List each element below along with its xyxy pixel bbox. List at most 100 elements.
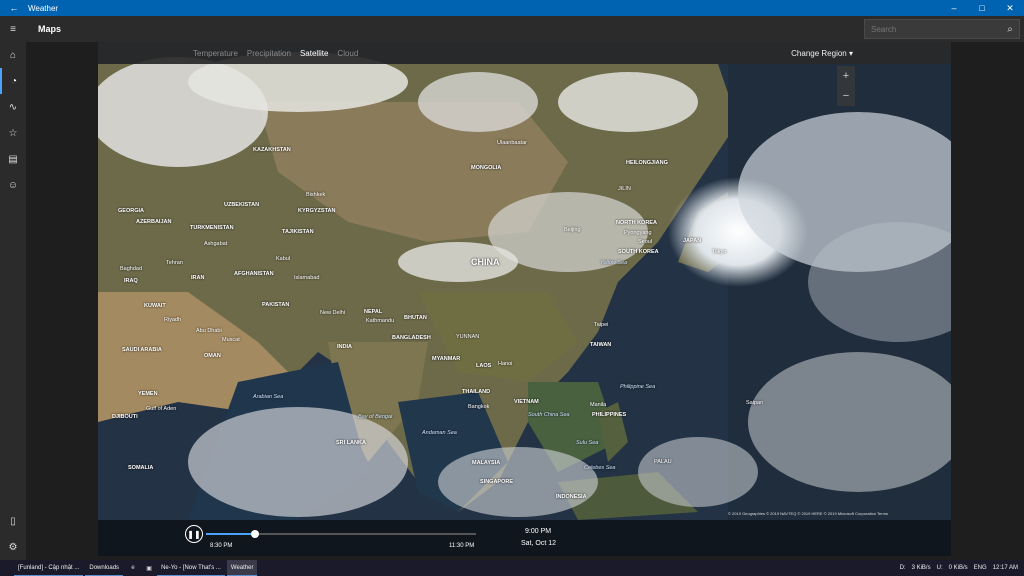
home-icon[interactable]: ⌂ bbox=[0, 42, 26, 68]
zoom-in-button[interactable]: + bbox=[837, 66, 855, 86]
tab-precipitation[interactable]: Precipitation bbox=[247, 49, 291, 58]
map-label: YEMEN bbox=[138, 391, 158, 397]
map-label: Beijing bbox=[564, 227, 581, 233]
map-label: NORTH KOREA bbox=[616, 220, 657, 226]
change-region-dropdown[interactable]: Change Region ▾ bbox=[791, 49, 853, 58]
map-label: Riyadh bbox=[164, 317, 182, 323]
window-titlebar: ← Weather – □ ✕ bbox=[0, 0, 1024, 16]
map-label: KYRGYZSTAN bbox=[298, 208, 336, 214]
map-label: INDONESIA bbox=[556, 494, 587, 500]
map-label: THAILAND bbox=[462, 389, 491, 395]
chevron-down-icon: ▾ bbox=[848, 48, 853, 58]
back-button[interactable]: ← bbox=[0, 3, 28, 13]
map-label: Manila bbox=[590, 402, 607, 408]
map-label: Abu Dhabi bbox=[196, 328, 222, 334]
map-label: Bangkok bbox=[468, 404, 490, 410]
map-label: YUNNAN bbox=[456, 334, 480, 340]
map-label: OMAN bbox=[204, 353, 221, 359]
map-label: KUWAIT bbox=[144, 303, 166, 309]
maps-icon[interactable]: ◔ bbox=[0, 68, 26, 94]
satellite-map[interactable] bbox=[98, 42, 951, 556]
map-label: Taipei bbox=[594, 322, 609, 328]
news-icon[interactable]: ▤ bbox=[0, 146, 26, 172]
search-box: ⌕ bbox=[864, 19, 1020, 39]
pause-button[interactable]: ❚❚ bbox=[185, 525, 203, 543]
map-label: AFGHANISTAN bbox=[234, 271, 274, 277]
minimize-button[interactable]: – bbox=[940, 3, 968, 13]
header-bar: Maps ⌕ bbox=[26, 16, 1024, 42]
map-label: UZBEKISTAN bbox=[224, 202, 260, 208]
page-title: Maps bbox=[38, 24, 62, 34]
map-label: BHUTAN bbox=[404, 315, 427, 321]
map-label: IRAN bbox=[191, 275, 205, 281]
map-label: Kathmandu bbox=[366, 318, 395, 324]
map-label: Kabul bbox=[276, 256, 291, 262]
map-viewport[interactable]: Temperature Precipitation Satellite Clou… bbox=[98, 42, 951, 556]
map-label: BANGLADESH bbox=[392, 335, 431, 341]
map-label: Tehran bbox=[166, 260, 183, 266]
tab-temperature[interactable]: Temperature bbox=[193, 49, 238, 58]
tab-satellite[interactable]: Satellite bbox=[300, 49, 328, 58]
taskbar-app-music[interactable]: Ne-Yo - [Now That's ... bbox=[157, 560, 225, 576]
map-label: SOUTH KOREA bbox=[618, 249, 659, 255]
map-label: GEORGIA bbox=[118, 208, 144, 214]
map-label: SOMALIA bbox=[128, 465, 154, 471]
map-label: Tokyo bbox=[712, 249, 727, 255]
drive-d-label: D: bbox=[899, 565, 906, 571]
map-label: PHILIPPINES bbox=[592, 412, 627, 418]
phone-icon[interactable]: ▯ bbox=[0, 508, 26, 534]
zoom-control: + − bbox=[837, 66, 855, 106]
taskbar-app-downloads[interactable]: Downloads bbox=[85, 560, 124, 576]
life-icon[interactable]: ☺ bbox=[0, 172, 26, 198]
favorites-icon[interactable]: ☆ bbox=[0, 120, 26, 146]
window-title: Weather bbox=[28, 3, 59, 13]
start-button[interactable] bbox=[0, 560, 14, 576]
sidebar: ≡ ⌂ ◔ ∿ ☆ ▤ ☺ ▯ ⚙ bbox=[0, 16, 26, 560]
map-label: Gulf of Aden bbox=[146, 406, 177, 412]
maximize-button[interactable]: □ bbox=[968, 3, 996, 13]
clock[interactable]: 12:17 AM bbox=[993, 565, 1018, 571]
map-label: Bay of Bengal bbox=[358, 414, 393, 420]
map-label: Philippine Sea bbox=[620, 384, 656, 390]
settings-icon[interactable]: ⚙ bbox=[0, 534, 26, 560]
map-label: PAKISTAN bbox=[262, 302, 290, 308]
search-icon[interactable]: ⌕ bbox=[1001, 24, 1019, 35]
zoom-out-button[interactable]: − bbox=[837, 86, 855, 106]
timeline-start-label: 8:30 PM bbox=[210, 543, 233, 549]
map-label: Pyongyang bbox=[624, 230, 652, 236]
map-label: NEPAL bbox=[364, 309, 383, 315]
tab-cloud[interactable]: Cloud bbox=[337, 49, 358, 58]
close-button[interactable]: ✕ bbox=[996, 3, 1024, 14]
map-label: Saipan bbox=[746, 400, 764, 406]
taskbar-app-weather[interactable]: Weather bbox=[226, 560, 258, 576]
timeline-slider[interactable] bbox=[206, 530, 476, 538]
map-label: TURKMENISTAN bbox=[190, 225, 234, 231]
map-label: South China Sea bbox=[528, 412, 570, 418]
historical-icon[interactable]: ∿ bbox=[0, 94, 26, 120]
map-label: Islamabad bbox=[294, 275, 320, 281]
folder-icon[interactable]: ▣ bbox=[141, 565, 157, 572]
map-attribution[interactable]: © 2019 Geographies © 2019 NAVTEQ © 2019 … bbox=[728, 511, 888, 516]
language-indicator[interactable]: ENG bbox=[974, 565, 987, 571]
search-input[interactable] bbox=[865, 24, 1001, 34]
map-label: Hanoi bbox=[498, 361, 513, 367]
map-type-tabs: Temperature Precipitation Satellite Clou… bbox=[98, 42, 951, 64]
map-label: MYANMAR bbox=[432, 356, 461, 362]
timeline-handle[interactable] bbox=[250, 530, 259, 538]
map-label: Muscat bbox=[222, 337, 240, 343]
map-label: Ulaanbaatar bbox=[497, 140, 527, 146]
edge-icon[interactable]: e bbox=[125, 565, 141, 571]
map-label: Bishkek bbox=[306, 192, 326, 198]
timeline-end-label: 11:30 PM bbox=[449, 543, 475, 549]
hamburger-icon[interactable]: ≡ bbox=[0, 16, 26, 42]
map-label: SAUDI ARABIA bbox=[122, 347, 162, 353]
taskbar-app-browser[interactable]: [Funland] - Cập nhật ... bbox=[14, 560, 84, 576]
map-label: New Delhi bbox=[320, 310, 346, 316]
net-down-label: 3 KiB/s bbox=[911, 565, 931, 571]
map-label: IRAQ bbox=[124, 278, 138, 284]
timeline-bar: ❚❚ 8:30 PM 11:30 PM 9:00 PM Sat, Oct 12 bbox=[98, 520, 951, 556]
map-label: HEILONGJIANG bbox=[626, 160, 668, 166]
map-label: VIETNAM bbox=[514, 399, 539, 405]
map-label: CHINA bbox=[471, 257, 500, 267]
net-up-label: 0 KiB/s bbox=[948, 565, 968, 571]
